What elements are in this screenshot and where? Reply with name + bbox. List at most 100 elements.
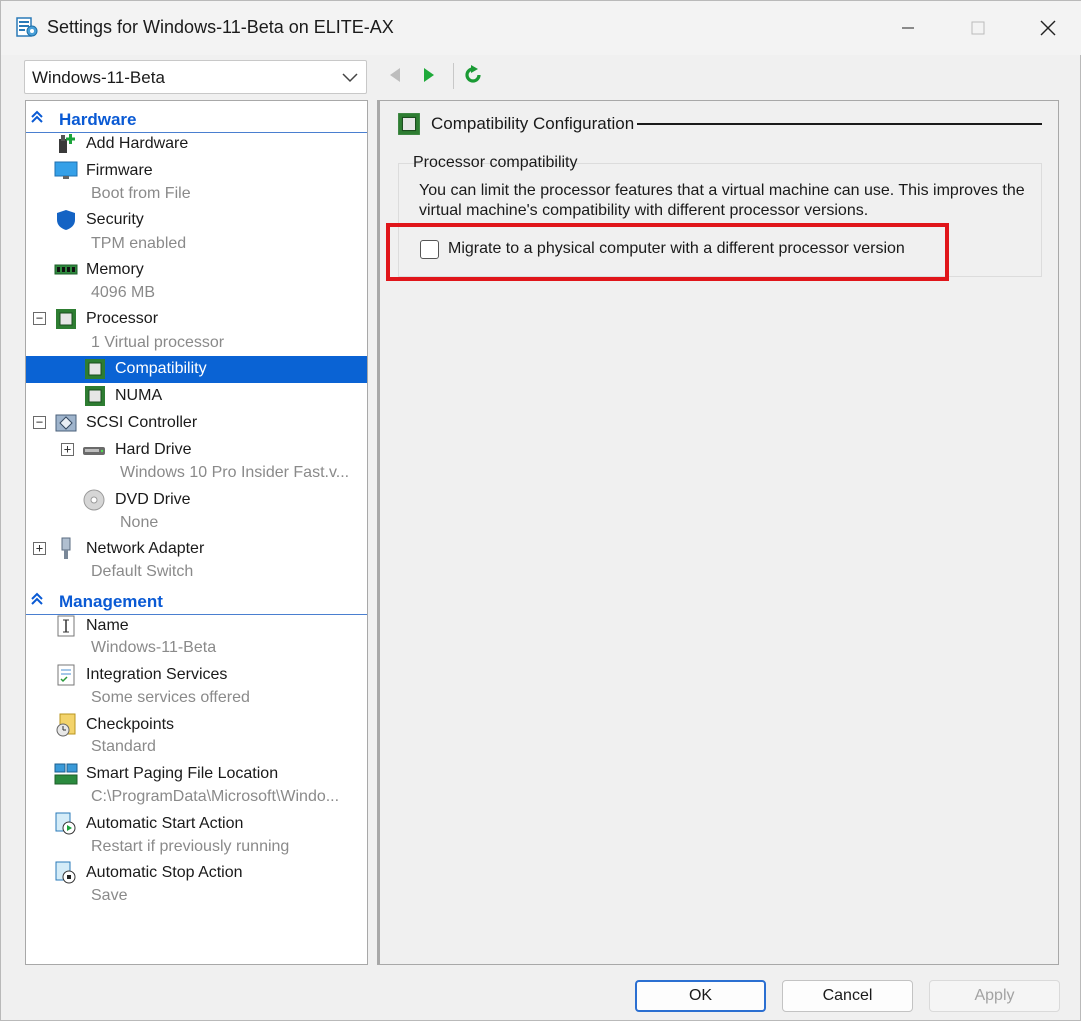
network-adapter-icon	[54, 537, 78, 560]
shield-icon	[54, 209, 78, 231]
highlight-annotation	[386, 223, 949, 281]
collapse-chevrons-icon	[31, 592, 43, 605]
tree-item-detail: TPM enabled	[91, 235, 187, 252]
tree-item-security[interactable]: Security	[26, 208, 367, 233]
chevron-down-icon	[342, 73, 358, 83]
tree-item-detail: Restart if previously running	[91, 838, 290, 855]
settings-window: Settings for Windows-11-Beta on ELITE-AX…	[0, 0, 1081, 1021]
settings-tree: Hardware Add Hardware Firmware Boot from…	[25, 100, 368, 965]
tree-item-detail: Windows-11-Beta	[91, 639, 217, 656]
apply-button[interactable]: Apply	[929, 980, 1060, 1012]
tree-item-label: Processor	[86, 310, 159, 327]
tree-item-memory[interactable]: Memory	[26, 258, 367, 283]
vm-selector-value: Windows-11-Beta	[32, 68, 165, 87]
dvd-disc-icon	[82, 489, 106, 511]
collapse-chevrons-icon	[31, 110, 43, 123]
tree-item-label: Security	[86, 211, 144, 228]
cancel-button[interactable]: Cancel	[782, 980, 913, 1012]
tree-item-detail: Windows 10 Pro Insider Fast.v...	[120, 464, 350, 481]
tree-item-label: Name	[86, 617, 129, 634]
tree-item-detail: Save	[91, 887, 128, 904]
text-cursor-icon	[54, 615, 78, 637]
refresh-icon	[465, 65, 481, 83]
integration-services-icon	[54, 664, 78, 686]
collapse-expander[interactable]: −	[33, 312, 46, 325]
firmware-icon	[54, 160, 78, 182]
tree-item-label: NUMA	[115, 387, 163, 404]
refresh-button[interactable]	[461, 63, 485, 87]
ok-button[interactable]: OK	[635, 980, 766, 1012]
maximize-button[interactable]	[943, 1, 1013, 55]
close-button[interactable]	[1013, 1, 1081, 55]
section-header-label: Hardware	[59, 110, 137, 129]
tree-item-label: Automatic Stop Action	[86, 864, 243, 881]
vm-selector-dropdown[interactable]: Windows-11-Beta	[24, 60, 367, 94]
processor-icon	[54, 308, 78, 330]
section-header-management[interactable]: Management	[26, 586, 367, 616]
memory-icon	[54, 259, 78, 281]
automatic-stop-icon	[54, 861, 78, 884]
tree-item-automatic-stop[interactable]: Automatic Stop Action	[26, 861, 367, 886]
scsi-controller-icon	[54, 412, 78, 434]
tree-item-detail: 1 Virtual processor	[91, 334, 225, 351]
section-title: Compatibility Configuration	[431, 114, 635, 133]
automatic-start-icon	[54, 812, 78, 835]
tree-item-detail: C:\ProgramData\Microsoft\Windo...	[91, 788, 340, 805]
tree-item-add-hardware[interactable]: Add Hardware	[26, 132, 367, 157]
tree-item-firmware[interactable]: Firmware	[26, 159, 367, 184]
group-label: Processor compatibility	[413, 154, 578, 171]
expand-expander[interactable]: +	[33, 542, 46, 555]
section-header-hardware[interactable]: Hardware	[26, 104, 367, 134]
tree-item-network-adapter[interactable]: + Network Adapter	[26, 537, 367, 562]
tree-item-label: Network Adapter	[86, 540, 205, 557]
tree-item-label: Compatibility	[115, 360, 207, 377]
window-title: Settings for Windows-11-Beta on ELITE-AX	[47, 17, 394, 37]
tree-item-hard-drive[interactable]: + Hard Drive	[26, 438, 367, 463]
checkpoints-icon	[54, 713, 78, 737]
vm-settings-app-icon	[16, 17, 38, 37]
tree-item-label: Integration Services	[86, 666, 228, 683]
tree-item-scsi-controller[interactable]: − SCSI Controller	[26, 411, 367, 436]
tree-item-numa[interactable]: NUMA	[26, 384, 367, 409]
tree-item-compatibility[interactable]: Compatibility	[26, 356, 367, 383]
tree-item-detail: Boot from File	[91, 185, 191, 202]
tree-item-smart-paging[interactable]: Smart Paging File Location	[26, 762, 367, 787]
tree-item-detail: Default Switch	[91, 563, 194, 580]
processor-icon	[83, 358, 107, 380]
tree-item-dvd-drive[interactable]: DVD Drive	[26, 488, 367, 513]
expand-expander[interactable]: +	[61, 443, 74, 456]
close-icon	[1040, 20, 1056, 36]
minimize-button[interactable]	[873, 1, 943, 55]
tree-item-label: Smart Paging File Location	[86, 765, 279, 782]
back-button[interactable]	[383, 63, 407, 87]
add-hardware-icon	[54, 133, 78, 155]
hard-drive-icon	[82, 439, 106, 461]
toolbar-separator	[453, 63, 454, 89]
minimize-icon	[902, 27, 914, 29]
tree-item-label: Memory	[86, 261, 144, 278]
tree-item-label: DVD Drive	[115, 491, 191, 508]
title-bar: Settings for Windows-11-Beta on ELITE-AX	[1, 1, 1081, 55]
tree-item-name[interactable]: Name	[26, 614, 367, 639]
maximize-icon	[971, 21, 985, 35]
smart-paging-icon	[54, 763, 78, 785]
collapse-expander[interactable]: −	[33, 416, 46, 429]
tree-item-checkpoints[interactable]: Checkpoints	[26, 713, 367, 738]
tree-item-label: Firmware	[86, 162, 153, 179]
tree-item-processor[interactable]: − Processor	[26, 307, 367, 332]
tree-item-detail: 4096 MB	[91, 284, 156, 301]
section-header-label: Management	[59, 592, 163, 611]
forward-button[interactable]	[417, 63, 441, 87]
panel-border	[377, 100, 380, 965]
tree-item-label: Checkpoints	[86, 716, 175, 733]
tree-item-detail: Standard	[91, 738, 156, 755]
processor-icon	[83, 385, 107, 407]
tree-item-automatic-start[interactable]: Automatic Start Action	[26, 812, 367, 837]
back-arrow-icon	[390, 68, 400, 82]
tree-item-label: Add Hardware	[86, 135, 189, 152]
tree-item-label: SCSI Controller	[86, 414, 198, 431]
processor-icon	[398, 113, 420, 135]
forward-arrow-icon	[424, 68, 434, 82]
tree-item-integration-services[interactable]: Integration Services	[26, 663, 367, 688]
group-description: You can limit the processor features tha…	[419, 182, 1025, 219]
